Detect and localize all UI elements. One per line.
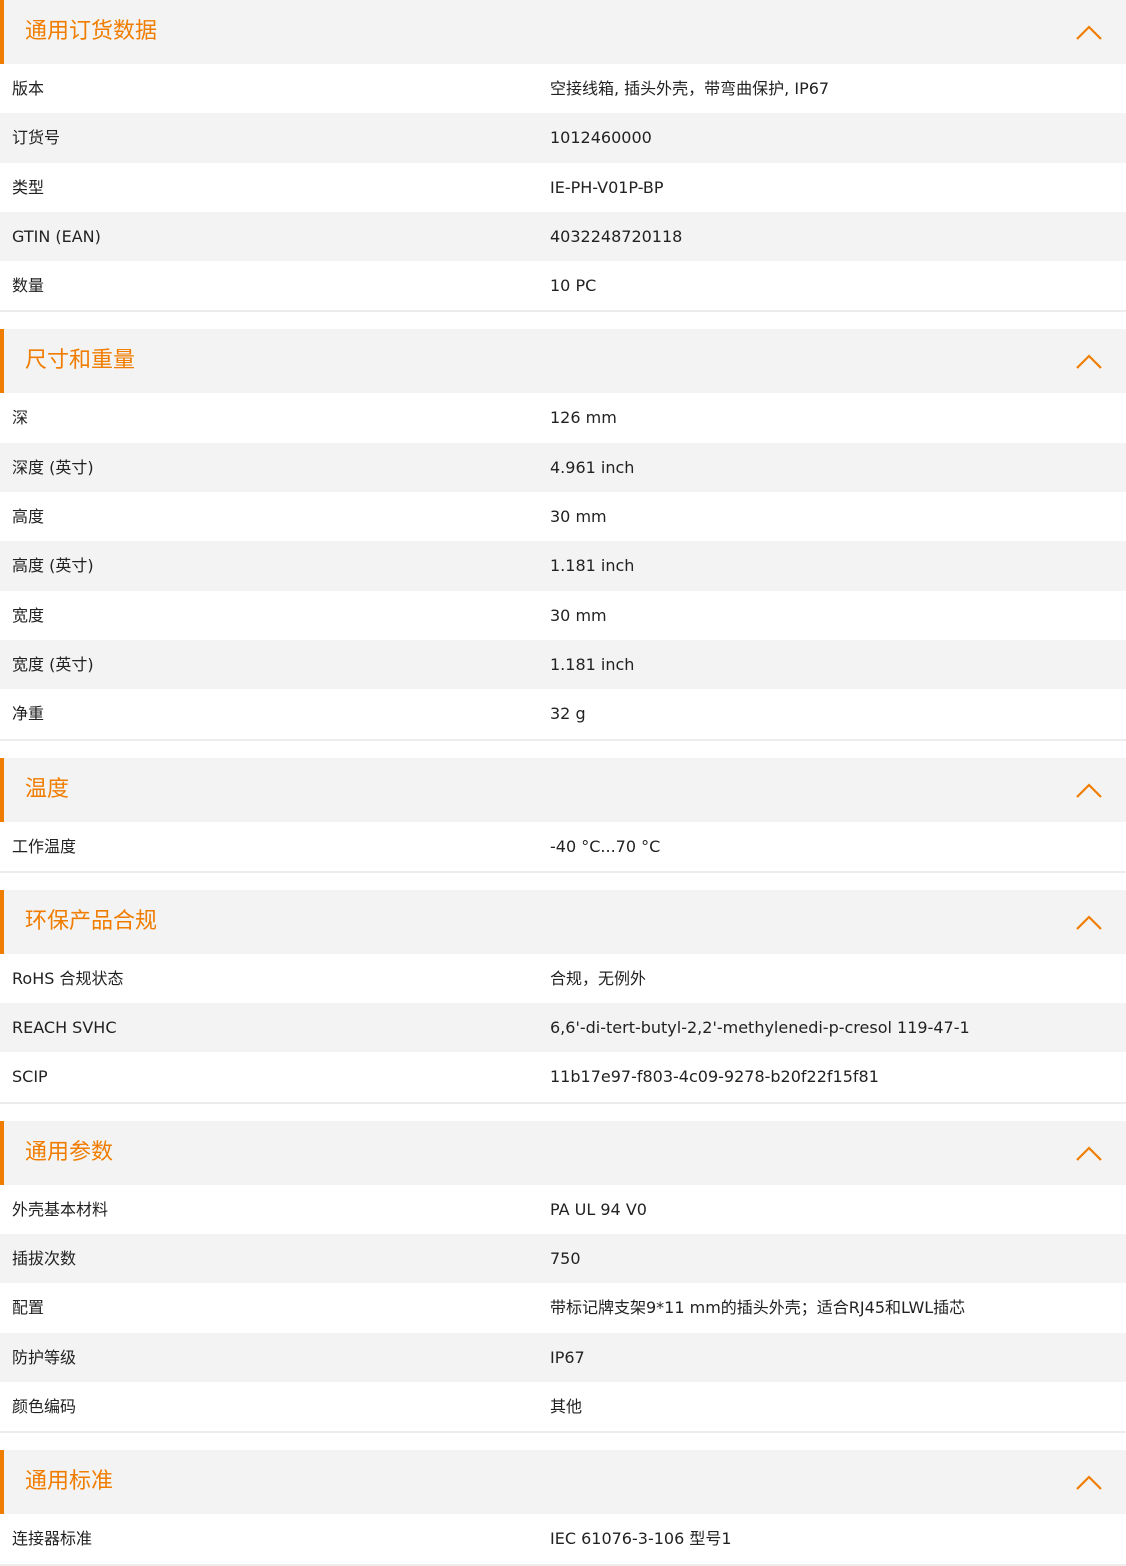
- section-title: 通用标准: [25, 1469, 114, 1495]
- spec-label: REACH SVHC: [12, 1018, 117, 1038]
- chevron-up-icon[interactable]: [1074, 18, 1104, 48]
- spec-label: 版本: [12, 79, 45, 98]
- section-general-data: 通用参数外壳基本材料 PA UL 94 V0 插拔次数 750 配置 带标记牌支架9*11…: [0, 1120, 1126, 1434]
- section-header[interactable]: 温度: [0, 757, 1126, 822]
- spec-row: 宽度 (英寸) 1.181 inch: [0, 639, 1126, 690]
- spec-value: 1012460000: [550, 128, 652, 148]
- spec-row: REACH SVHC 6,6'-di-tert-butyl-2,2'-methyl…: [0, 1003, 1126, 1053]
- spec-row: 工作温度 -40 °C...70 °C: [0, 821, 1126, 871]
- spec-value: 10 PC: [550, 276, 597, 296]
- section-title: 尺寸和重量: [25, 348, 136, 374]
- section-divider: [0, 1101, 1126, 1104]
- section-divider: [0, 1431, 1126, 1434]
- spec-label: 插拔次数: [12, 1249, 77, 1269]
- spec-label: 高度 (英寸): [12, 556, 94, 576]
- spec-sections: 通用订货数据版本 空接线箱, 插头外壳，带弯曲保护, IP67 订货号 1012460…: [0, 0, 1126, 1566]
- spec-label: 深度 (英寸): [12, 457, 94, 477]
- spec-row: 高度 (英寸) 1.181 inch: [0, 541, 1126, 591]
- spec-value: 32 g: [550, 704, 586, 724]
- spec-value: 4.961 inch: [550, 457, 635, 477]
- spec-value: 6,6'-di-tert-butyl-2,2'-methylenedi-p-cr…: [550, 1018, 970, 1038]
- spec-value: 空接线箱, 插头外壳，带弯曲保护, IP67: [550, 79, 830, 98]
- spec-row: SCIP 11b17e97-f803-4c09-9278-b20f22f15f81: [0, 1052, 1126, 1102]
- spec-value: 750: [550, 1249, 581, 1269]
- section-general-standards: 通用标准连接器标准 IEC 61076-3-106 型号1: [0, 1450, 1126, 1566]
- spec-value: 带标记牌支架9*11 mm的插头外壳；适合RJ45和LWL插芯: [550, 1298, 966, 1318]
- spec-label: 连接器标准: [12, 1529, 93, 1549]
- spec-label: 外壳基本材料: [12, 1199, 109, 1219]
- spec-row: 净重 32 g: [0, 689, 1126, 739]
- spec-label: 配置: [12, 1298, 45, 1318]
- spec-row: 插拔次数 750: [0, 1234, 1126, 1284]
- spec-label: 订货号: [12, 128, 61, 148]
- section-header[interactable]: 环保产品合规: [0, 889, 1126, 954]
- spec-row: GTIN (EAN) 4032248720118: [0, 211, 1126, 262]
- spec-value: IEC 61076-3-106 型号1: [550, 1529, 732, 1549]
- section-title: 通用订货数据: [25, 19, 158, 44]
- spec-row: 版本 空接线箱, 插头外壳，带弯曲保护, IP67: [0, 64, 1126, 114]
- spec-value: 30 mm: [550, 605, 607, 625]
- section-header[interactable]: 通用参数: [0, 1120, 1126, 1185]
- spec-value: PA UL 94 V0: [550, 1199, 647, 1219]
- spec-label: 深: [12, 408, 29, 428]
- section-divider: [0, 1563, 1126, 1566]
- chevron-up-icon[interactable]: [1074, 776, 1104, 806]
- spec-label: 类型: [12, 177, 45, 197]
- spec-row: 深度 (英寸) 4.961 inch: [0, 442, 1126, 493]
- spec-value: 4032248720118: [550, 226, 683, 246]
- spec-row: 类型 IE-PH-V01P-BP: [0, 162, 1126, 212]
- chevron-up-icon[interactable]: [1074, 1139, 1104, 1169]
- spec-row: 配置 带标记牌支架9*11 mm的插头外壳；适合RJ45和LWL插芯: [0, 1283, 1126, 1333]
- spec-label: RoHS 合规状态: [12, 968, 124, 988]
- spec-label: 工作温度: [12, 836, 77, 856]
- section-title: 温度: [25, 776, 70, 802]
- spec-row: 外壳基本材料 PA UL 94 V0: [0, 1184, 1126, 1235]
- section-divider: [0, 738, 1126, 741]
- spec-value: IP67: [550, 1347, 585, 1367]
- section-divider: [0, 870, 1126, 873]
- section-header[interactable]: 尺寸和重量: [0, 329, 1126, 394]
- spec-value: 30 mm: [550, 507, 607, 527]
- section-temperatures: 温度工作温度 -40 °C...70 °C: [0, 757, 1126, 873]
- spec-label: 高度: [12, 507, 45, 527]
- spec-value: -40 °C...70 °C: [550, 836, 661, 856]
- section-title: 环保产品合规: [25, 908, 158, 934]
- spec-label: 宽度 (英寸): [12, 654, 94, 674]
- section-dimensions-weights: 尺寸和重量深 126 mm 深度 (英寸) 4.961 inch 高度 30 mm 高度 (…: [0, 329, 1126, 741]
- section-environmental-compliance: 环保产品合规 RoHS 合规状态 合规，无例外 REACH SVHC 6,6'-di-t…: [0, 889, 1126, 1104]
- spec-value: 合规，无例外: [550, 968, 647, 988]
- spec-value: 126 mm: [550, 408, 617, 428]
- section-header[interactable]: 通用标准: [0, 1450, 1126, 1515]
- spec-label: 防护等级: [12, 1347, 77, 1367]
- chevron-up-icon[interactable]: [1074, 1468, 1104, 1498]
- spec-row: 防护等级 IP67: [0, 1332, 1126, 1382]
- spec-row: 深 126 mm: [0, 393, 1126, 443]
- chevron-up-icon[interactable]: [1074, 347, 1104, 377]
- section-general-ordering-data: 通用订货数据版本 空接线箱, 插头外壳，带弯曲保护, IP67 订货号 1012460…: [0, 0, 1126, 313]
- spec-value: 1.181 inch: [550, 556, 635, 576]
- spec-value: 11b17e97-f803-4c09-9278-b20f22f15f81: [550, 1067, 879, 1087]
- spec-label: 净重: [12, 704, 45, 724]
- spec-row: 连接器标准 IEC 61076-3-106 型号1: [0, 1514, 1126, 1564]
- section-header[interactable]: 通用订货数据: [0, 0, 1126, 64]
- section-divider: [0, 310, 1126, 313]
- spec-label: 数量: [12, 276, 45, 296]
- spec-row: 宽度 30 mm: [0, 590, 1126, 640]
- spec-page: 通用订货数据版本 空接线箱, 插头外壳，带弯曲保护, IP67 订货号 1012460…: [0, 0, 1126, 1566]
- spec-value: 1.181 inch: [550, 654, 635, 674]
- spec-row: 订货号 1012460000: [0, 113, 1126, 163]
- spec-label: 颜色编码: [12, 1396, 77, 1416]
- spec-value: 其他: [550, 1396, 583, 1416]
- section-title: 通用参数: [25, 1139, 114, 1165]
- spec-label: SCIP: [12, 1067, 48, 1087]
- spec-label: GTIN (EAN): [12, 226, 101, 246]
- spec-row: 颜色编码 其他: [0, 1381, 1126, 1432]
- spec-row: 高度 30 mm: [0, 492, 1126, 542]
- spec-label: 宽度: [12, 605, 45, 625]
- spec-row: 数量 10 PC: [0, 261, 1126, 311]
- spec-value: IE-PH-V01P-BP: [550, 177, 664, 197]
- spec-row: RoHS 合规状态 合规，无例外: [0, 953, 1126, 1004]
- chevron-up-icon[interactable]: [1074, 908, 1104, 938]
